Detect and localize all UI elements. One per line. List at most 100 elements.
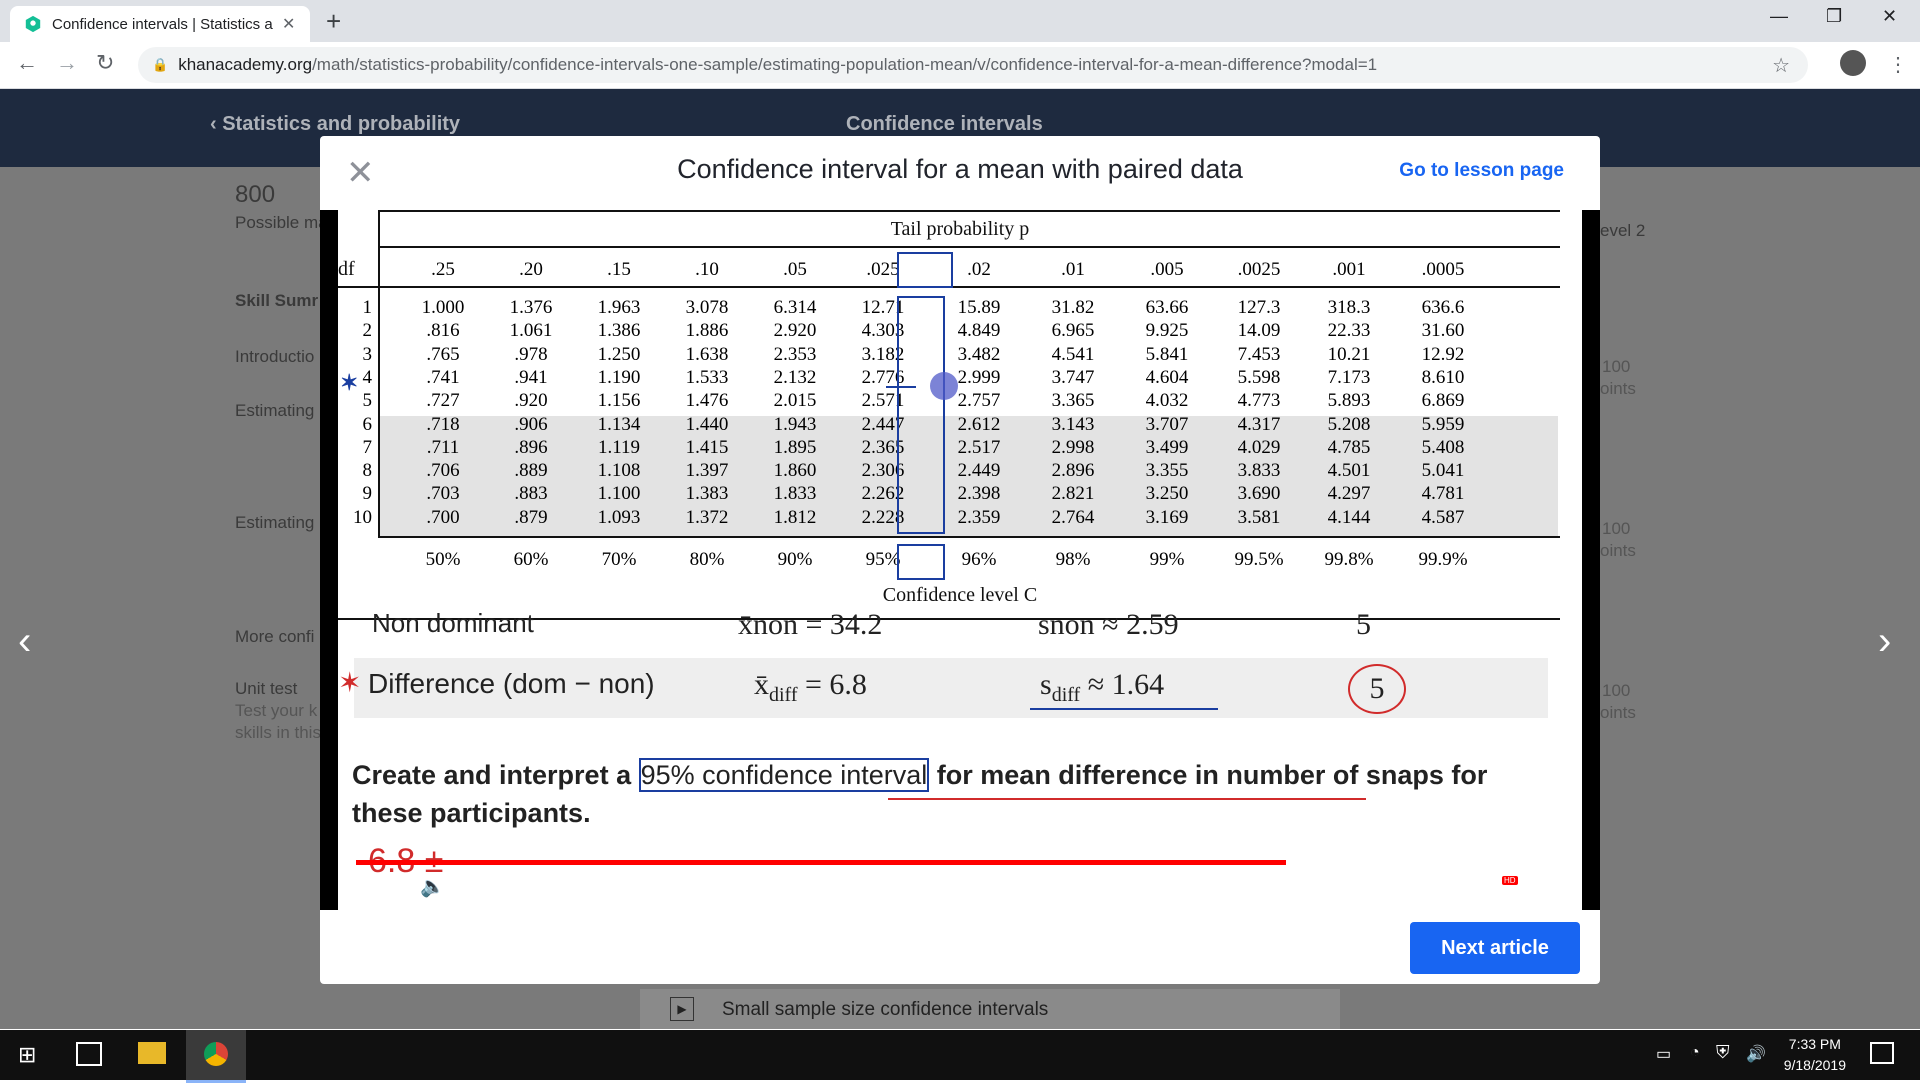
table-cell: 127.3	[1237, 297, 1281, 318]
confidence-value: 60%	[513, 549, 549, 570]
back-icon[interactable]: ←	[16, 50, 38, 76]
df-value: 6	[362, 413, 373, 435]
table-cell: .765	[426, 343, 460, 365]
table-cell: 1.476	[685, 390, 729, 412]
video-frame: Tail probability p df .25.20.15.10.05.02…	[338, 210, 1582, 910]
confidence-value: 80%	[689, 549, 725, 570]
prompt-underline	[888, 798, 1366, 800]
table-cell: 3.143	[1051, 413, 1095, 435]
fullscreen-icon[interactable]: ⛶	[1534, 874, 1548, 897]
taskbar-clock[interactable]: 7:33 PM 9/18/2019	[1784, 1034, 1846, 1076]
window-close-icon[interactable]: ✕	[1882, 6, 1897, 27]
table-cell: 3.078	[685, 297, 729, 318]
tab-title: Confidence intervals | Statistics a	[52, 15, 273, 33]
prev-arrow-icon[interactable]: ‹	[18, 619, 31, 664]
table-cell: 5.408	[1421, 436, 1465, 458]
small-sample-card[interactable]: ▶ Small sample size confidence intervals	[640, 989, 1340, 1029]
breadcrumb-parent[interactable]: ‹ Statistics and probability	[210, 113, 460, 136]
estimating-link-1[interactable]: Estimating	[235, 401, 314, 421]
file-explorer-icon[interactable]	[138, 1042, 166, 1064]
df-value: 8	[362, 460, 373, 482]
table-cell: 2.015	[773, 390, 817, 412]
points-2b: oints	[1600, 541, 1636, 560]
table-cell: 22.33	[1327, 320, 1371, 342]
go-to-lesson-link[interactable]: Go to lesson page	[1399, 160, 1564, 182]
table-cell: 2.353	[773, 343, 817, 365]
table-cell: 3.833	[1237, 460, 1281, 482]
tail-header: .0025	[1237, 259, 1281, 280]
video-progress-bar[interactable]	[356, 860, 1564, 865]
task-view-icon[interactable]	[76, 1042, 102, 1066]
video-progress-fill	[356, 860, 1287, 865]
confidence-value: 99.5%	[1234, 549, 1284, 570]
confidence-value: 99.8%	[1324, 549, 1374, 570]
wifi-icon[interactable]: ◔	[1690, 1044, 1700, 1062]
intro-link[interactable]: Introductio	[235, 347, 314, 367]
minimize-icon[interactable]: —	[1770, 6, 1788, 27]
table-cell: 31.60	[1421, 320, 1465, 342]
table-cell: 1.093	[597, 506, 641, 528]
maximize-icon[interactable]: ❐	[1826, 6, 1842, 27]
table-cell: 1.963	[597, 297, 641, 318]
volume-tray-icon[interactable]: 🔊	[1746, 1044, 1766, 1064]
small-sample-link: Small sample size confidence intervals	[722, 999, 1049, 1020]
table-cell: 2.398	[957, 483, 1001, 505]
table-cell: 6.314	[773, 297, 817, 318]
diff-sd: sdiff ≈ 1.64	[1040, 668, 1165, 706]
forward-icon[interactable]: →	[56, 50, 78, 76]
confidence-value: 70%	[601, 549, 637, 570]
reload-icon[interactable]: ↻	[96, 50, 114, 76]
table-cell: 2.449	[957, 460, 1001, 482]
unit-test-link[interactable]: Unit test	[235, 679, 297, 699]
chrome-taskbar-button[interactable]	[186, 1030, 246, 1083]
table-cell: 5.598	[1237, 366, 1281, 388]
video-time: 7:30 / 9:45	[462, 876, 538, 893]
shield-icon[interactable]: ⛨	[1716, 1042, 1730, 1063]
skill-summary[interactable]: Skill Sumr	[235, 291, 318, 311]
table-cell: 1.386	[597, 320, 641, 342]
next-arrow-icon[interactable]: ›	[1878, 619, 1891, 664]
non-dominant-label: Non dominant	[372, 608, 534, 638]
df-value: 1	[362, 297, 373, 318]
tab-close-icon[interactable]: ✕	[282, 14, 295, 34]
battery-icon[interactable]: ▭	[1656, 1044, 1671, 1064]
table-cell: 14.09	[1237, 320, 1281, 342]
notifications-icon[interactable]	[1870, 1042, 1894, 1064]
chrome-icon	[204, 1042, 228, 1066]
table-cell: 6.965	[1051, 320, 1095, 342]
captions-button[interactable]: CC	[1442, 878, 1466, 894]
table-cell: 3.365	[1051, 390, 1095, 412]
table-cell: 4.144	[1327, 506, 1371, 528]
table-cell: 1.638	[685, 343, 729, 365]
table-cell: 5.959	[1421, 413, 1465, 435]
menu-kebab-icon[interactable]: ⋮	[1888, 52, 1908, 77]
table-cell: .741	[426, 366, 460, 388]
table-cell: 1.134	[597, 413, 641, 435]
browser-tab[interactable]: Confidence intervals | Statistics a ✕	[10, 6, 310, 42]
table-cell: 4.541	[1051, 343, 1095, 365]
diff-mean: x̄diff = 6.8	[754, 668, 867, 706]
tail-header: .15	[607, 259, 631, 280]
table-cell: .920	[514, 390, 548, 412]
lock-icon: 🔒	[152, 57, 169, 72]
play-icon[interactable]: ▶	[372, 874, 389, 900]
new-tab-button[interactable]: +	[326, 6, 341, 36]
df-label: df	[338, 258, 355, 280]
prompt-line-1: Create and interpret a 95% confidence in…	[352, 758, 1488, 792]
table-cell: 3.355	[1145, 460, 1189, 482]
windows-start-icon[interactable]: ⊞	[18, 1042, 36, 1068]
table-cell: 1.415	[685, 436, 729, 458]
video-player[interactable]: Tail probability p df .25.20.15.10.05.02…	[320, 210, 1600, 910]
table-cell: 2.359	[957, 506, 1001, 528]
tail-header: .10	[695, 259, 719, 280]
volume-icon[interactable]: 🔈	[420, 874, 445, 899]
next-article-button[interactable]: Next article	[1410, 922, 1580, 974]
bookmark-star-icon[interactable]: ☆	[1772, 53, 1790, 78]
estimating-link-2[interactable]: Estimating	[235, 513, 314, 533]
table-cell: .816	[426, 320, 460, 342]
annotation-star-red: ✶	[338, 667, 362, 698]
table-cell: 1.119	[597, 436, 641, 458]
more-link[interactable]: More confi	[235, 627, 314, 647]
profile-avatar[interactable]	[1840, 50, 1866, 76]
address-bar[interactable]: 🔒 khanacademy.org/math/statistics-probab…	[138, 47, 1808, 83]
